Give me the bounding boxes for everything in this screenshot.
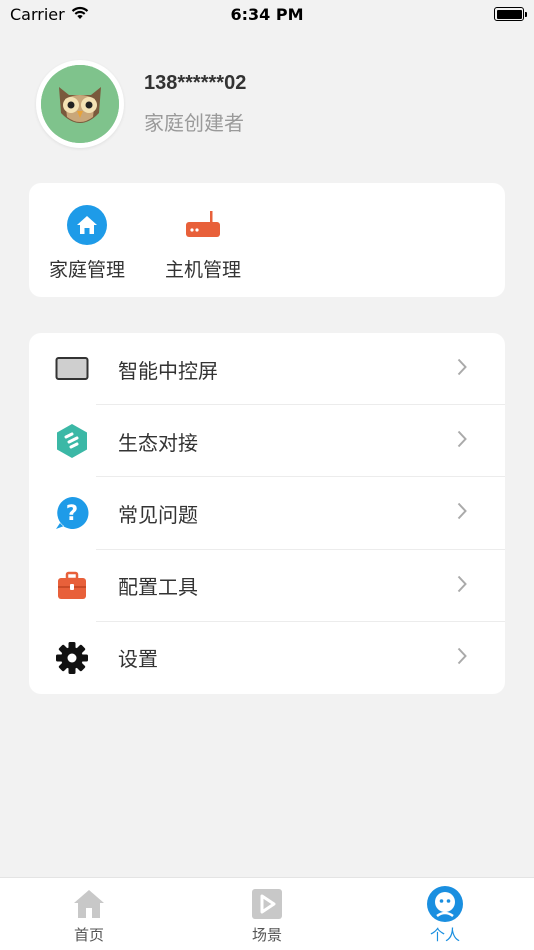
tab-bar: 首页 场景 个人 <box>0 877 534 950</box>
menu-item-faq[interactable]: ? 常见问题 <box>29 477 505 550</box>
scene-tab-icon <box>249 886 285 922</box>
home-icon <box>67 205 107 245</box>
screen-icon <box>53 350 91 388</box>
battery-icon <box>494 7 527 21</box>
user-role: 家庭创建者 <box>144 111 244 135</box>
tab-home[interactable]: 首页 <box>0 878 178 950</box>
tab-label: 个人 <box>429 926 460 944</box>
profile-tab-icon <box>427 886 463 922</box>
chevron-right-icon <box>457 575 467 597</box>
chevron-right-icon <box>457 430 467 452</box>
ecosystem-icon <box>53 422 91 460</box>
home-tab-icon <box>71 886 107 922</box>
quick-label: 家庭管理 <box>48 259 125 281</box>
menu-label: 生态对接 <box>118 430 198 455</box>
tab-scene[interactable]: 场景 <box>178 878 356 950</box>
tab-label: 首页 <box>73 926 104 944</box>
toolbox-icon <box>53 567 91 605</box>
host-management-button[interactable]: 主机管理 <box>145 183 261 297</box>
owl-avatar-icon <box>41 65 119 143</box>
menu-item-settings[interactable]: 设置 <box>29 622 505 694</box>
help-icon: ? <box>53 494 91 532</box>
profile-text: 138******02 家庭创建者 <box>144 72 246 136</box>
carrier-label: Carrier <box>10 4 65 24</box>
tab-profile[interactable]: 个人 <box>356 878 534 950</box>
wifi-icon <box>71 5 89 24</box>
chevron-right-icon <box>457 358 467 380</box>
phone-number: 138******02 <box>144 72 247 94</box>
avatar[interactable] <box>36 60 124 148</box>
status-bar: Carrier 6:34 PM <box>0 0 534 28</box>
menu-item-config-tools[interactable]: 配置工具 <box>29 550 505 622</box>
menu-card: 智能中控屏 生态对接 ? 常见问题 配置工具 设置 <box>29 333 505 694</box>
router-icon <box>183 205 223 245</box>
menu-label: 常见问题 <box>118 502 198 527</box>
menu-label: 配置工具 <box>118 575 198 600</box>
menu-item-ecosystem[interactable]: 生态对接 <box>29 405 505 478</box>
home-management-button[interactable]: 家庭管理 <box>29 183 145 297</box>
menu-item-smart-screen[interactable]: 智能中控屏 <box>29 333 505 406</box>
tab-label: 场景 <box>251 926 282 944</box>
quick-actions-card: 家庭管理 主机管理 <box>29 183 505 297</box>
svg-text:?: ? <box>66 501 78 525</box>
chevron-right-icon <box>457 502 467 524</box>
quick-label: 主机管理 <box>164 259 241 281</box>
status-left: Carrier <box>10 5 89 24</box>
gear-icon <box>53 639 91 677</box>
menu-label: 智能中控屏 <box>118 358 218 383</box>
menu-label: 设置 <box>118 647 158 672</box>
profile-header[interactable]: 138******02 家庭创建者 <box>36 60 246 148</box>
chevron-right-icon <box>457 647 467 669</box>
